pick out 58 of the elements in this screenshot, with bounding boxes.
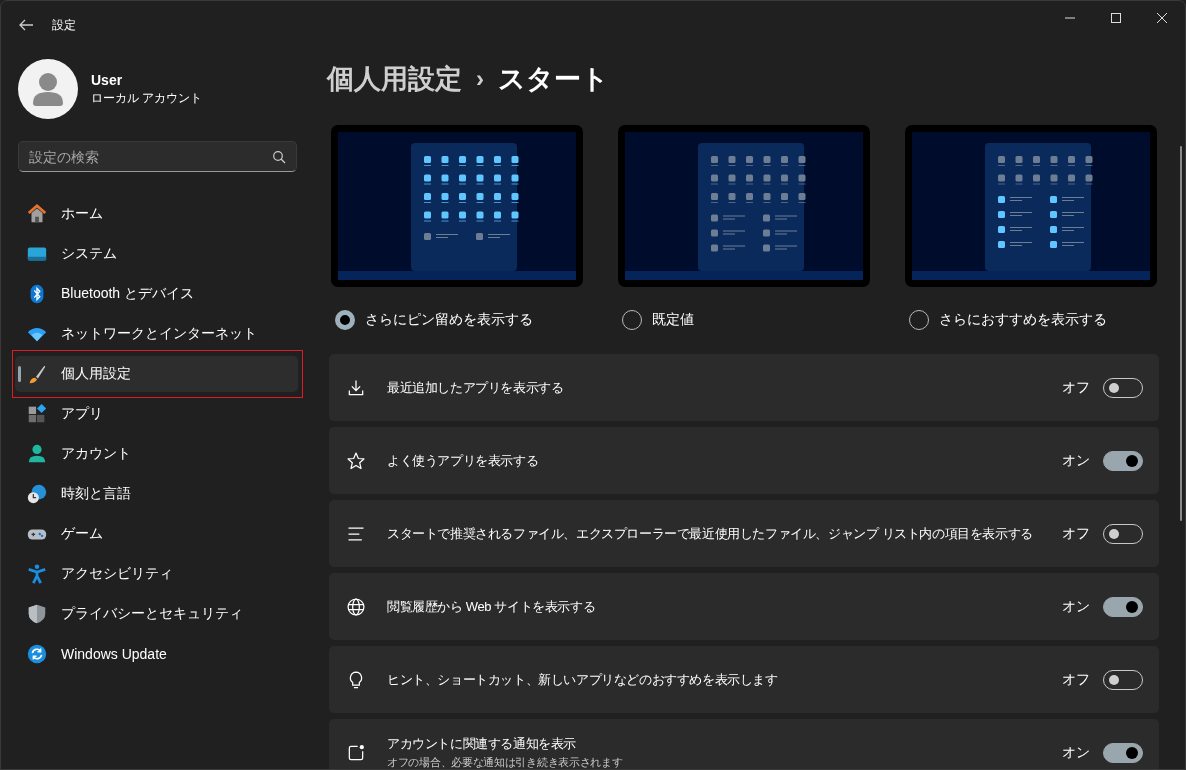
start-layout-preview-drawing[interactable] <box>618 125 870 287</box>
radio-button[interactable] <box>622 310 642 330</box>
layout-radio-option[interactable]: 既定値 <box>622 310 870 330</box>
radio-button[interactable] <box>909 310 929 330</box>
accessibility-icon <box>26 563 48 585</box>
shield-icon <box>26 603 48 625</box>
setting-label: よく使うアプリを表示する <box>387 451 540 470</box>
star-icon <box>346 450 366 471</box>
sidebar-item[interactable]: Bluetooth とデバイス <box>15 276 298 312</box>
start-layout-preview-drawing[interactable] <box>905 125 1157 287</box>
layout-radio-option[interactable]: さらにピン留めを表示する <box>335 310 583 330</box>
window-title: 設定 <box>52 16 76 34</box>
toggle-state-text: オフ <box>1062 378 1090 397</box>
user-name: User <box>91 72 124 88</box>
toggle-state-text: オン <box>1062 597 1090 616</box>
toggle-state-text: オン <box>1062 451 1090 470</box>
globe-clock-icon <box>26 483 48 505</box>
apps-icon <box>26 403 48 425</box>
search-icon <box>272 150 286 164</box>
setting-description: オフの場合、必要な通知は引き続き表示されます <box>387 755 624 769</box>
setting-label: 最近追加したアプリを表示する <box>387 378 565 397</box>
sidebar-item[interactable]: 時刻と言語 <box>15 476 298 512</box>
toggle-state-text: オフ <box>1062 524 1090 543</box>
sidebar-item[interactable]: ゲーム <box>15 516 298 552</box>
sync-icon <box>26 643 48 665</box>
sidebar-item[interactable]: アクセシビリティ <box>15 556 298 592</box>
setting-label: 閲覧履歴から Web サイトを表示する <box>387 597 597 616</box>
setting-label: スタートで推奨されるファイル、エクスプローラーで最近使用したファイル、ジャンプ リスト内の項目を表示する <box>387 524 1034 543</box>
setting-label: アカウントに関連する通知を表示 <box>387 735 577 753</box>
breadcrumb-parent[interactable]: 個人用設定 <box>327 61 462 97</box>
sidebar-item[interactable]: ホーム <box>15 196 298 232</box>
toggle-state-text: オン <box>1062 743 1090 762</box>
sidebar-item[interactable]: アカウント <box>15 436 298 472</box>
setting-label: ヒント、ショートカット、新しいアプリなどのおすすめを表示します <box>387 670 779 689</box>
toggle-state-text: オフ <box>1062 670 1090 689</box>
notification-icon <box>346 742 366 763</box>
selection-indicator <box>18 366 21 382</box>
sidebar-item[interactable]: ネットワークとインターネット <box>15 316 298 352</box>
house-icon <box>26 203 48 225</box>
globe-icon <box>346 596 366 617</box>
sidebar-item[interactable]: システム <box>15 236 298 272</box>
sidebar-item[interactable]: Windows Update <box>15 636 298 672</box>
account-type: ローカル アカウント <box>91 91 203 106</box>
sidebar-item[interactable]: 個人用設定 <box>15 356 298 392</box>
start-layout-preview-drawing[interactable] <box>331 125 583 287</box>
breadcrumb-separator: › <box>476 65 484 93</box>
person-icon <box>26 443 48 465</box>
sidebar-item[interactable]: アプリ <box>15 396 298 432</box>
radio-button[interactable] <box>335 310 355 330</box>
toggle-switch[interactable] <box>1103 596 1143 617</box>
page-title: スタート <box>498 63 609 96</box>
layout-radio-option[interactable]: さらにおすすめを表示する <box>909 310 1157 330</box>
avatar-icon <box>18 59 78 119</box>
toggle-switch[interactable] <box>1103 450 1143 471</box>
scrollbar-thumb[interactable] <box>1180 146 1182 521</box>
toggle-switch[interactable] <box>1103 742 1143 763</box>
search-field[interactable]: 設定の検索 <box>18 141 297 172</box>
sidebar-item[interactable]: プライバシーとセキュリティ <box>15 596 298 632</box>
